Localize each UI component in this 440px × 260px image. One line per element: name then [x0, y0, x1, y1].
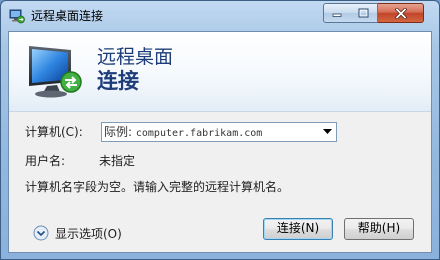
- computer-placeholder-example: computer.fabrikam.com: [135, 128, 263, 139]
- minimize-button[interactable]: [323, 3, 351, 23]
- computer-placeholder: 际例: computer.fabrikam.com: [104, 125, 262, 141]
- remote-desktop-app-icon: [9, 9, 25, 24]
- chevron-down-icon[interactable]: [323, 129, 332, 135]
- window-title: 远程桌面连接: [31, 9, 104, 23]
- banner-title: 远程桌面 连接: [97, 46, 173, 94]
- connect-button[interactable]: 连接(N): [263, 218, 333, 240]
- computer-placeholder-prefix: 际例:: [104, 125, 133, 139]
- dialog-body: 远程桌面 连接 计算机(C): 际例: computer.fabrikam.co…: [8, 31, 432, 253]
- remote-desktop-window: 远程桌面连接 远程桌面 连接 计算机(C): 际例: computer.fabr…: [0, 0, 440, 260]
- banner-title-line2: 连接: [97, 69, 139, 93]
- expand-options-icon[interactable]: [33, 225, 49, 241]
- close-button[interactable]: [378, 3, 424, 23]
- maximize-button[interactable]: [350, 3, 378, 23]
- minimize-icon: [332, 13, 342, 17]
- username-value: 未指定: [99, 154, 136, 168]
- show-options-link[interactable]: 显示选项(O): [55, 227, 122, 241]
- status-message: 计算机名字段为空。请输入完整的远程计算机名。: [25, 180, 290, 194]
- connection-form: 计算机(C): 际例: computer.fabrikam.com 用户名: 未…: [9, 112, 431, 252]
- help-button[interactable]: 帮助(H): [344, 218, 414, 240]
- banner-title-line1: 远程桌面: [97, 46, 174, 68]
- maximize-icon: [358, 8, 369, 18]
- remote-desktop-monitor-icon: [29, 46, 82, 98]
- title-bar[interactable]: 远程桌面连接: [1, 1, 439, 31]
- computer-combobox[interactable]: 际例: computer.fabrikam.com: [101, 122, 337, 142]
- header-banner: 远程桌面 连接: [9, 32, 431, 112]
- close-icon: [394, 7, 407, 19]
- computer-label: 计算机(C):: [25, 125, 83, 139]
- username-label: 用户名:: [25, 154, 66, 168]
